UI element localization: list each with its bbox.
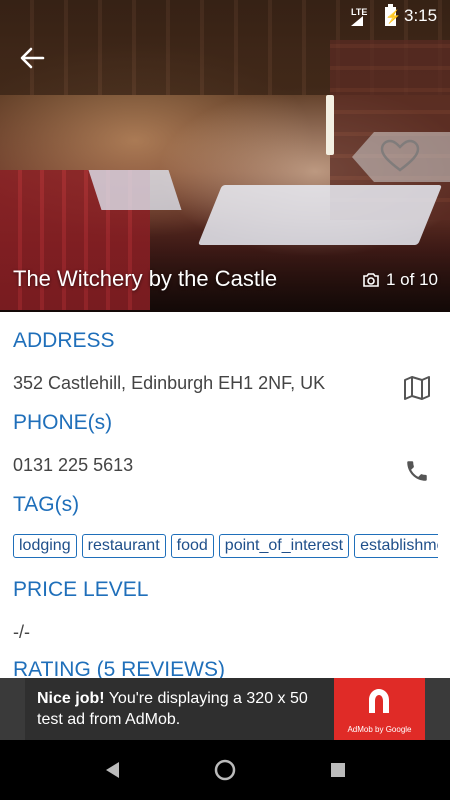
phone-icon [407,461,427,481]
tag-chip[interactable]: food [170,534,214,558]
nav-recents-icon [331,763,345,777]
nav-home-icon [214,759,236,781]
nav-back-icon [106,762,119,778]
rating-label: RATING (5 REVIEWS) [13,658,225,678]
phone-value[interactable]: 0131 225 5613 [13,455,133,476]
tag-list[interactable]: lodging restaurant food point_of_interest es… [13,534,438,564]
tag-chip[interactable]: establishment [354,534,438,558]
phone-label: PHONE(s) [13,411,113,434]
photo-counter[interactable]: 1 of 10 [362,270,438,290]
favorite-button[interactable] [352,132,450,182]
hero-table-left [88,170,182,210]
call-button[interactable] [402,456,432,486]
status-bar: LTE ⚡ 3:15 [0,0,450,32]
tag-chip[interactable]: lodging [13,534,77,558]
map-button[interactable] [402,373,432,403]
address-label: ADDRESS [13,329,115,352]
hero-table-center [197,185,443,245]
signal-icon [351,16,363,26]
ad-banner[interactable]: Nice job! You're displaying a 320 x 50 t… [0,678,450,740]
camera-icon [363,273,379,287]
map-icon [404,376,430,400]
ad-brand: AdMob by Google [347,725,412,734]
favorite-tab-shape [352,132,450,182]
details-panel[interactable]: ADDRESS 352 Castlehill, Edinburgh EH1 2N… [0,312,450,678]
ad-headline: Nice job! [37,690,105,707]
ad-text: Nice job! You're displaying a 320 x 50 t… [37,688,337,730]
ad-content[interactable]: Nice job! You're displaying a 320 x 50 t… [25,678,425,740]
nav-back-button[interactable] [100,758,124,782]
navigation-bar [0,740,450,800]
tags-label: TAG(s) [13,493,80,516]
place-title: The Witchery by the Castle [13,266,278,291]
hero-candle [326,95,334,155]
back-arrow-icon [20,47,45,69]
clock: 3:15 [404,6,438,25]
admob-logo[interactable]: AdMob by Google [334,678,425,740]
photo-count-text: 1 of 10 [386,270,438,289]
price-value: -/- [13,622,30,642]
admob-mark-icon [369,689,389,713]
address-value: 352 Castlehill, Edinburgh EH1 2NF, UK [13,373,326,393]
nav-home-button[interactable] [213,758,237,782]
back-button[interactable] [12,40,52,76]
price-label: PRICE LEVEL [13,578,149,601]
tag-chip[interactable]: point_of_interest [218,534,350,558]
charging-icon: ⚡ [385,9,402,24]
tag-chip[interactable]: restaurant [81,534,166,558]
nav-recents-button[interactable] [326,758,350,782]
